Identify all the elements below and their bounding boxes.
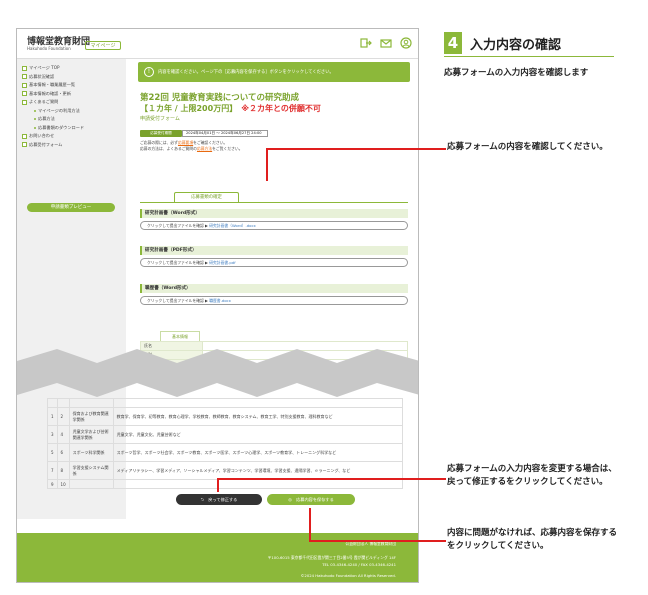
site-header: 博報堂教育財団 Hakuhodo Foundation マイページ <box>17 29 418 59</box>
sidebar-item-download[interactable]: 応募書類のダウンロード <box>22 124 126 133</box>
step-title: 入力内容の確認 <box>470 38 562 53</box>
section-title-career-word: 職歴書（Word形式） <box>140 284 408 293</box>
page-subtitle: 【１カ年 / 上限200万円】 ※２カ年との併願不可 <box>140 104 321 113</box>
bullet-icon <box>34 126 36 129</box>
screenshot-panel: 博報堂教育財団 Hakuhodo Foundation マイページ マイページ … <box>16 28 419 583</box>
table-row: 9 10 <box>47 479 404 489</box>
checkbox-icon <box>22 65 27 71</box>
table-row: 3 4 児童文学および芸術関連学関係 児童文学、児童文化、児童芸術など <box>47 425 404 444</box>
annotation-save: 内容に問題がなければ、応募内容を保存するをクリックしてください。 <box>447 528 618 551</box>
sidebar-item-faq[interactable]: よくあるご質問 <box>22 98 126 107</box>
page-title: 第22回 児童教育実践についての研究助成 <box>140 93 300 103</box>
save-button[interactable]: ◎ 応募内容を保存する <box>267 494 355 505</box>
note-howto: 応募の方法は、よくあるご質問の応募方法をご覧ください。 <box>140 146 243 151</box>
footer-address: 〒100-6015 東京都千代田区霞が関三丁目2番5号 霞が関ビルディング 14… <box>267 555 396 560</box>
circle-check-icon: ◎ <box>288 497 292 502</box>
footer-tel: TEL 03-4346-4240 / FAX 03-4346-4241 <box>322 562 396 567</box>
file-link[interactable]: 研究計画書.pdf <box>209 260 235 265</box>
checkbox-icon <box>22 91 27 97</box>
leader-line-1-v <box>266 148 268 181</box>
leader-line-2-v <box>217 478 219 492</box>
file-link[interactable]: 職歴書.docx <box>209 298 231 303</box>
step-description: 応募フォームの入力内容を確認します <box>444 68 589 78</box>
logout-icon[interactable] <box>360 37 372 49</box>
bullet-icon <box>34 109 36 112</box>
file-link[interactable]: 研究計画書（Word）.docx <box>209 223 256 228</box>
file-row-research-word[interactable]: クリックして提出ファイルを確認 ▶ 研究計画書（Word）.docx <box>140 221 408 230</box>
bullet-icon <box>34 118 36 121</box>
sidebar-item-form[interactable]: 応募受付フォーム <box>22 141 126 150</box>
sidebar-item-howto[interactable]: 応募方法 <box>22 115 126 124</box>
step-number: 4 <box>444 32 462 54</box>
section-title-research-word: 研究計画書（Word形式） <box>140 209 408 218</box>
site-logo-subtitle: Hakuhodo Foundation <box>27 46 71 51</box>
leader-line-3-h <box>309 540 446 542</box>
checkbox-icon <box>22 142 27 148</box>
annotation-back: 応募フォームの入力内容を変更する場合は、戻って修正するをクリックしてください。 <box>447 464 617 487</box>
section-title-research-pdf: 研究計画書（PDF形式） <box>140 246 408 255</box>
file-row-research-pdf[interactable]: クリックして提出ファイルを確認 ▶ 研究計画書.pdf <box>140 258 408 267</box>
back-button[interactable]: ⮌ 戻って修正する <box>176 494 262 505</box>
mail-icon[interactable] <box>380 37 392 49</box>
checkbox-icon <box>22 74 27 80</box>
info-banner: ! 内容を確認ください。ページ下の［応募内容を保存する］ボタンをクリックしてくだ… <box>138 62 410 82</box>
tab-divider <box>140 202 408 203</box>
checkbox-icon <box>22 82 27 88</box>
footer-copyright: ©2024 Hakuhodo Foundation All Rights Res… <box>300 573 396 578</box>
sidebar-item-contact[interactable]: お問い合わせ <box>22 132 126 141</box>
banner-text: 内容を確認ください。ページ下の［応募内容を保存する］ボタンをクリックしてください… <box>158 70 334 75</box>
step-title-underline <box>444 56 614 57</box>
user-icon[interactable] <box>400 37 412 49</box>
footer-org: 公益財団法人 博報堂教育財団 <box>345 541 396 546</box>
header-icons <box>360 37 412 49</box>
sidebar-item-top[interactable]: マイページ TOP <box>22 64 126 73</box>
sidebar-item-status[interactable]: 応募状況確認 <box>22 73 126 82</box>
leader-line-3-v <box>309 508 311 541</box>
mypage-badge[interactable]: マイページ <box>85 41 121 50</box>
period-value: 2024年04月01日 ～ 2024年06月27日 24:00 <box>182 130 268 137</box>
table-row: 5 6 スポーツ科学関係 スポーツ哲学、スポーツ社会学、スポーツ教育、スポーツ医学、ス… <box>47 443 404 462</box>
sidebar-item-history[interactable]: 基本情報・職業履歴一覧 <box>22 81 126 90</box>
table-row: 7 8 学習支援システム関係 メディアリテラシー、学習メディア、ソーシャルメディア、学… <box>47 461 404 480</box>
period-label: 応募受付期間 <box>140 130 182 137</box>
return-icon: ⮌ <box>200 497 205 502</box>
sidebar-item-basic-info[interactable]: 基本情報の確認・更新 <box>22 90 126 99</box>
form-label: 申請受付フォーム <box>140 116 180 122</box>
info-icon: ! <box>144 67 154 77</box>
sidebar-item-usage[interactable]: マイページの利用方法 <box>22 107 126 116</box>
subtitle-note: ※２カ年との併願不可 <box>241 104 321 113</box>
checkbox-icon <box>22 133 27 139</box>
page-cut-separator <box>17 349 418 397</box>
checkbox-icon <box>22 99 27 105</box>
file-row-career-word[interactable]: クリックして提出ファイルを確認 ▶ 職歴書.docx <box>140 296 408 305</box>
leader-line-1-h <box>266 148 446 150</box>
guidelines-link[interactable]: 応募要項 <box>178 140 193 145</box>
tab-basic-info[interactable]: 基本情報 <box>160 331 200 341</box>
leader-line-2-h <box>217 478 446 480</box>
howto-link[interactable]: 応募方法 <box>197 146 212 151</box>
preview-button[interactable]: 申請書類プレビュー <box>27 203 115 212</box>
annotation-check-content: 応募フォームの内容を確認してください。 <box>447 142 608 152</box>
